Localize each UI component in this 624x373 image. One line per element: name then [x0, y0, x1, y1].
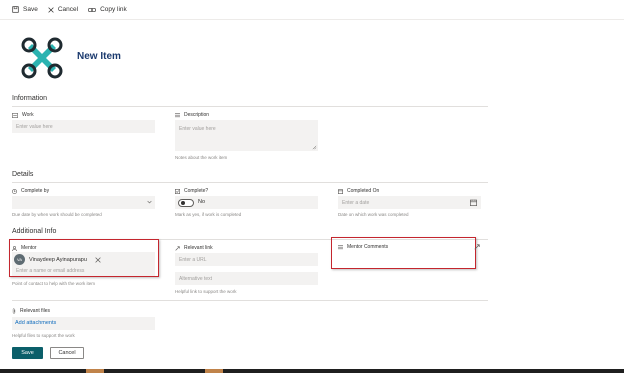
complete-by-hint: Due date by when work should be complete…	[12, 212, 102, 217]
relevant-link-label-text: Relevant link	[184, 245, 213, 251]
complete-by-label: Complete by	[12, 188, 49, 194]
complete-hint: Mark as yes, if work is completed	[175, 212, 242, 217]
page-title: New Item	[77, 51, 121, 62]
work-label-text: Work	[22, 112, 34, 118]
complete-toggle-field	[175, 196, 318, 209]
mentor-persona: VA Vinaydeep Ayinapurapu	[14, 254, 101, 265]
cancel-button[interactable]: Cancel	[50, 347, 84, 359]
description-textarea[interactable]: Enter value here	[175, 120, 318, 151]
clock-icon	[12, 188, 17, 194]
checkbox-icon	[175, 188, 180, 194]
completed-on-hint: Date on which work was completed	[338, 212, 409, 217]
toolbar-copy-link-button[interactable]: Copy link	[88, 6, 127, 13]
link-icon	[175, 245, 180, 251]
complete-by-dropdown[interactable]	[12, 196, 155, 209]
expand-icon[interactable]	[474, 244, 480, 250]
complete-toggle[interactable]	[178, 198, 194, 207]
command-bar: Save Cancel Copy link	[0, 0, 624, 20]
taskbar-segment	[205, 369, 223, 373]
toolbar-save-button[interactable]: Save	[12, 6, 38, 13]
mentor-label-text: Mentor	[21, 245, 37, 251]
toolbar-save-label: Save	[23, 6, 38, 13]
description-label-text: Description	[184, 112, 210, 118]
description-hint: Notes about the work item	[175, 155, 228, 160]
section-divider	[12, 300, 488, 301]
save-button[interactable]: Save	[12, 347, 43, 359]
section-divider	[12, 182, 488, 183]
completed-on-label: Completed On	[338, 188, 379, 194]
relevant-files-label-text: Relevant files	[20, 308, 51, 314]
mentor-label: Mentor	[12, 245, 37, 251]
toolbar-cancel-button[interactable]: Cancel	[48, 6, 78, 13]
description-label: Description	[175, 112, 209, 118]
relevant-link-hint: Helpful link to support the work	[175, 289, 237, 294]
mentor-comments-input[interactable]	[338, 252, 472, 265]
calendar-icon	[338, 188, 343, 194]
calendar-picker-icon[interactable]	[470, 199, 477, 206]
relevant-link-url-input[interactable]: Enter a URL	[175, 253, 318, 266]
save-icon	[12, 6, 19, 13]
complete-toggle-value: No	[198, 199, 206, 205]
section-divider	[12, 106, 488, 107]
text-field-icon	[12, 112, 18, 118]
resize-handle-icon[interactable]	[312, 145, 317, 150]
person-icon	[12, 245, 17, 251]
section-details-title: Details	[12, 171, 34, 178]
multiline-text-icon	[175, 112, 180, 117]
multiline-text-icon	[338, 244, 343, 249]
drone-logo-icon	[21, 37, 63, 79]
complete-label-text: Complete?	[184, 188, 209, 194]
link-icon	[88, 7, 97, 12]
work-label: Work	[12, 112, 34, 118]
mentor-comments-label-text: Mentor Comments	[347, 244, 389, 250]
taskbar-segment	[86, 369, 104, 373]
mentor-search-input[interactable]: Enter a name or email address	[16, 268, 84, 274]
add-attachments-link[interactable]: Add attachments	[15, 320, 56, 326]
relevant-files-hint: Helpful files to support the work	[12, 333, 75, 338]
complete-by-label-text: Complete by	[21, 188, 50, 194]
section-information-title: Information	[12, 95, 48, 102]
toolbar-cancel-label: Cancel	[57, 6, 79, 13]
attachment-icon	[12, 308, 16, 314]
mentor-comments-label: Mentor Comments	[338, 244, 388, 250]
completed-on-input[interactable]: Enter a date	[338, 196, 481, 209]
mentor-hint: Point of contact to help with the work i…	[12, 281, 96, 286]
completed-on-label-text: Completed On	[347, 188, 380, 194]
chevron-down-icon	[147, 200, 152, 204]
relevant-link-alt-input[interactable]: Alternative text	[175, 272, 318, 285]
relevant-files-label: Relevant files	[12, 308, 50, 314]
persona-name: Vinaydeep Ayinapurapu	[29, 256, 87, 263]
section-additional-title: Additional Info	[12, 228, 57, 235]
taskbar-strip	[0, 369, 624, 373]
relevant-link-label: Relevant link	[175, 245, 213, 251]
complete-label: Complete?	[175, 188, 208, 194]
toolbar-copy-link-label: Copy link	[100, 6, 127, 13]
remove-person-icon[interactable]	[95, 256, 101, 263]
close-icon	[48, 6, 54, 13]
work-input[interactable]: Enter value here	[12, 120, 155, 133]
avatar: VA	[14, 254, 25, 265]
